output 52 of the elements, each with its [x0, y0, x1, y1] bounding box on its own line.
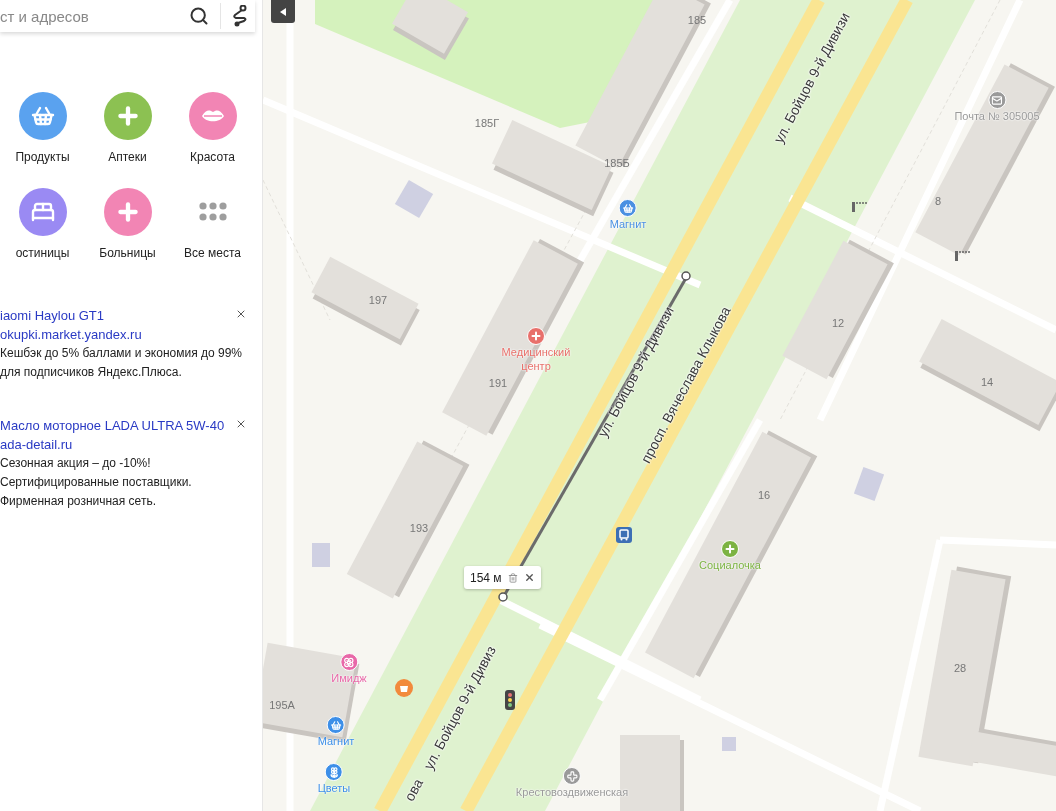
ad-domain-link[interactable]: okupki.market.yandex.ru — [0, 325, 142, 344]
place-label: Социалочка — [699, 558, 761, 572]
house-number: 193 — [409, 520, 429, 536]
ad-domain-link[interactable]: ada-detail.ru — [0, 435, 73, 454]
house-number: 197 — [368, 292, 388, 308]
search-field[interactable]: ст и адресов — [0, 0, 182, 32]
close-icon — [235, 308, 247, 320]
category-button[interactable]: Красота — [170, 92, 255, 172]
ad-text: Сезонная акция – до -10%! Сертифицированные поставщики. Фирменная розничная сеть. — [0, 455, 193, 510]
trash-icon — [507, 572, 518, 583]
distance-label: 154 м — [470, 569, 502, 587]
category-button[interactable]: Продукты — [0, 92, 85, 172]
bus-stop-icon — [616, 527, 632, 543]
house-number: 191 — [488, 375, 508, 391]
close-button[interactable] — [235, 418, 247, 430]
ad-title-link[interactable]: iaomi Haylou GT1 — [0, 306, 105, 325]
close-button[interactable] — [235, 308, 247, 320]
barrier-icon — [954, 249, 970, 261]
place-label: Почта № 305005 — [954, 109, 1040, 123]
place-label: Крестовоздвиженская — [515, 785, 629, 799]
close-icon — [523, 572, 535, 583]
category-button[interactable]: Больницы — [85, 188, 170, 268]
collapse-panel-button[interactable] — [271, 0, 295, 23]
place-label: Магнит — [317, 734, 355, 748]
route-icon — [231, 5, 249, 27]
house-number: 16 — [757, 487, 771, 503]
traffic-light-icon — [505, 690, 515, 710]
close-icon — [235, 418, 247, 430]
house-number: 195А — [269, 697, 295, 713]
search-icon — [189, 6, 209, 26]
house-number: 185 — [687, 12, 707, 28]
caret-icon — [280, 7, 286, 16]
place-label: Цветы — [317, 781, 351, 795]
house-number: 185Б — [604, 155, 630, 171]
barrier-icon — [851, 200, 867, 212]
house-number: 185Г — [474, 115, 500, 131]
place-label: Медицинский центр — [500, 345, 572, 373]
place-label: Магнит — [609, 217, 647, 231]
category-button[interactable]: остиницы — [0, 188, 85, 268]
shopping-bag-icon — [395, 679, 413, 697]
delete-button[interactable] — [507, 572, 518, 583]
ad-title-link[interactable]: Масло моторное LADA ULTRA 5W-40 — [0, 416, 225, 435]
house-number: 12 — [831, 315, 845, 331]
house-number: 14 — [980, 374, 994, 390]
close-button[interactable] — [523, 572, 535, 583]
category-button[interactable]: Аптеки — [85, 92, 170, 172]
ad-text: Кешбэк до 5% баллами и экономия до 99% для подписчиков Яндекс.Плюса. — [0, 345, 243, 381]
house-number: 8 — [934, 193, 942, 209]
place-label: Имидж — [331, 671, 367, 685]
street-label: ова — [400, 775, 427, 805]
category-button[interactable]: Все места — [170, 188, 255, 268]
house-number: 28 — [953, 660, 967, 676]
